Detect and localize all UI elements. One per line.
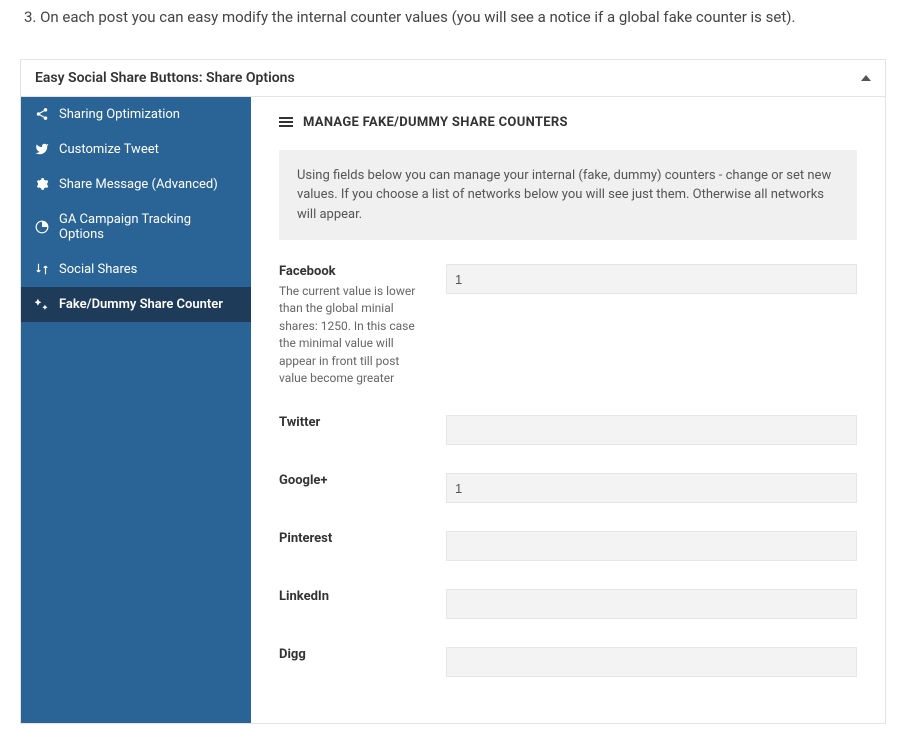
field-label: Facebook bbox=[279, 264, 424, 279]
field-label-col: Pinterest bbox=[279, 531, 424, 561]
field-label-col: Twitter bbox=[279, 415, 424, 445]
field-input-col bbox=[446, 473, 857, 503]
section-title: MANAGE FAKE/DUMMY SHARE COUNTERS bbox=[303, 115, 568, 130]
field-row-pinterest: Pinterest bbox=[279, 531, 857, 561]
field-label: Google+ bbox=[279, 473, 424, 488]
instruction-text: 3. On each post you can easy modify the … bbox=[24, 6, 886, 29]
field-label-col: LinkedIn bbox=[279, 589, 424, 619]
sidebar: Sharing Optimization Customize Tweet Sha… bbox=[21, 97, 251, 724]
sort-icon bbox=[35, 262, 49, 276]
info-box: Using fields below you can manage your i… bbox=[279, 150, 857, 241]
field-row-facebook: Facebook The current value is lower than… bbox=[279, 264, 857, 387]
field-label-col: Facebook The current value is lower than… bbox=[279, 264, 424, 387]
digg-input[interactable] bbox=[446, 647, 857, 677]
sidebar-item-fake-dummy-share-counter[interactable]: Fake/Dummy Share Counter bbox=[21, 287, 251, 322]
field-hint: The current value is lower than the glob… bbox=[279, 283, 424, 387]
sidebar-item-label: Sharing Optimization bbox=[59, 107, 180, 122]
field-input-col bbox=[446, 647, 857, 677]
sidebar-item-sharing-optimization[interactable]: Sharing Optimization bbox=[21, 97, 251, 132]
field-input-col bbox=[446, 531, 857, 561]
field-label: Pinterest bbox=[279, 531, 424, 546]
panel-header: Easy Social Share Buttons: Share Options bbox=[21, 60, 885, 97]
main-content: MANAGE FAKE/DUMMY SHARE COUNTERS Using f… bbox=[251, 97, 885, 724]
field-row-linkedin: LinkedIn bbox=[279, 589, 857, 619]
field-label: LinkedIn bbox=[279, 589, 424, 604]
share-icon bbox=[35, 107, 49, 121]
share-options-panel: Easy Social Share Buttons: Share Options… bbox=[20, 59, 886, 725]
twitter-input[interactable] bbox=[446, 415, 857, 445]
pinterest-input[interactable] bbox=[446, 531, 857, 561]
sidebar-item-label: Share Message (Advanced) bbox=[59, 177, 218, 192]
field-label-col: Google+ bbox=[279, 473, 424, 503]
collapse-toggle-icon[interactable] bbox=[861, 75, 871, 81]
analytics-icon bbox=[35, 220, 49, 234]
twitter-icon bbox=[35, 142, 49, 156]
sparkle-icon bbox=[35, 297, 49, 311]
facebook-input[interactable] bbox=[446, 264, 857, 294]
field-row-digg: Digg bbox=[279, 647, 857, 677]
field-input-col bbox=[446, 589, 857, 619]
sidebar-item-label: Customize Tweet bbox=[59, 142, 159, 157]
panel-body: Sharing Optimization Customize Tweet Sha… bbox=[21, 97, 885, 724]
sidebar-item-label: Fake/Dummy Share Counter bbox=[59, 297, 223, 312]
fields-container: Facebook The current value is lower than… bbox=[279, 264, 857, 677]
hamburger-icon bbox=[279, 115, 293, 129]
sidebar-item-label: GA Campaign Tracking Options bbox=[59, 212, 237, 242]
sidebar-item-label: Social Shares bbox=[59, 262, 137, 277]
panel-title: Easy Social Share Buttons: Share Options bbox=[35, 70, 295, 86]
field-label: Twitter bbox=[279, 415, 424, 430]
section-header: MANAGE FAKE/DUMMY SHARE COUNTERS bbox=[279, 115, 857, 130]
sidebar-item-share-message-advanced[interactable]: Share Message (Advanced) bbox=[21, 167, 251, 202]
field-input-col bbox=[446, 264, 857, 387]
sidebar-item-social-shares[interactable]: Social Shares bbox=[21, 252, 251, 287]
googleplus-input[interactable] bbox=[446, 473, 857, 503]
field-label-col: Digg bbox=[279, 647, 424, 677]
sidebar-item-ga-campaign-tracking[interactable]: GA Campaign Tracking Options bbox=[21, 202, 251, 252]
field-label: Digg bbox=[279, 647, 424, 662]
sidebar-item-customize-tweet[interactable]: Customize Tweet bbox=[21, 132, 251, 167]
field-input-col bbox=[446, 415, 857, 445]
gear-icon bbox=[35, 177, 49, 191]
linkedin-input[interactable] bbox=[446, 589, 857, 619]
field-row-twitter: Twitter bbox=[279, 415, 857, 445]
field-row-googleplus: Google+ bbox=[279, 473, 857, 503]
